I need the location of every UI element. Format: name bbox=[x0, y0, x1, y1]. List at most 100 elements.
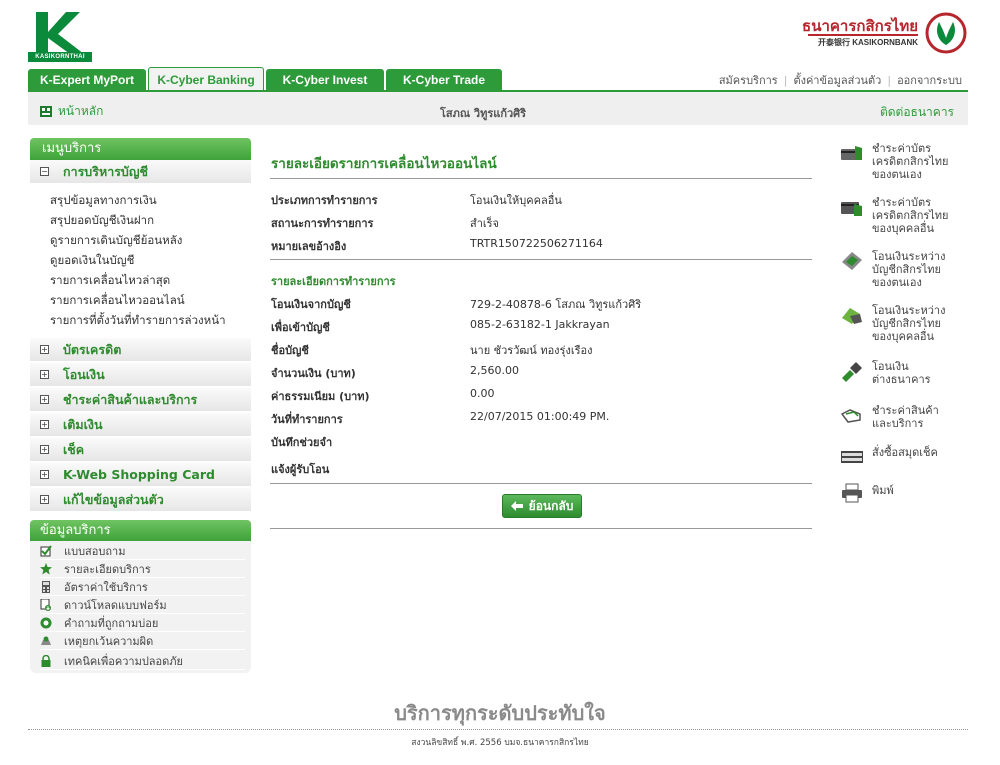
copyright: สงวนลิขสิทธิ์ พ.ศ. 2556 บมจ.ธนาคารกสิกรไ… bbox=[411, 738, 589, 748]
quick-link-text: ต่างธนาคาร bbox=[872, 373, 931, 386]
quick-link-transfer-own[interactable]: โอนเงินระหว่าง บัญชีกสิกรไทย ของตนเอง bbox=[840, 250, 970, 289]
info-item-faq[interactable]: คำถามที่ถูกถามบ่อย bbox=[40, 614, 245, 632]
bill-pay-icon bbox=[840, 409, 861, 423]
contact-bank-link[interactable]: ติดต่อธนาคาร bbox=[880, 103, 954, 122]
expand-icon: + bbox=[40, 445, 49, 454]
transaction-date-label: วันที่ทำรายการ bbox=[271, 413, 343, 426]
menu-section-edit-profile[interactable]: + แก้ไขข้อมูลส่วนตัว bbox=[30, 488, 251, 512]
info-item-fees[interactable]: อัตราค่าใช้บริการ bbox=[40, 578, 245, 596]
tab-k-expert-myport[interactable]: K-Expert MyPort bbox=[28, 69, 146, 91]
quick-link-text: พิมพ์ bbox=[872, 484, 894, 497]
notify-recipient-label: แจ้งผู้รับโอน bbox=[271, 463, 330, 476]
quick-link-text: ของตนเอง bbox=[872, 168, 922, 181]
quick-link-interbank-transfer[interactable]: โอนเงิน ต่างธนาคาร bbox=[840, 360, 970, 386]
calculator-icon bbox=[42, 580, 50, 593]
back-button[interactable]: ย้อนกลับ bbox=[502, 494, 582, 518]
account-name-label: ชื่อบัญชี bbox=[271, 344, 309, 357]
quick-link-text: เครดิตกสิกรไทย bbox=[872, 155, 949, 168]
star-icon bbox=[40, 562, 52, 574]
quick-link-text: สั่งซื้อสมุดเช็ค bbox=[872, 446, 938, 459]
info-item-disclaimer[interactable]: เหตุยกเว้นความผิด bbox=[40, 632, 245, 650]
bank-emblem-icon bbox=[925, 12, 967, 54]
submenu-item[interactable]: ดูรายการเดินบัญชีย้อนหลัง bbox=[50, 230, 226, 250]
download-icon bbox=[40, 598, 51, 611]
menu-section-bill-payment[interactable]: + ชำระค่าสินค้าและบริการ bbox=[30, 388, 251, 412]
account-submenu: สรุปข้อมูลทางการเงิน สรุปยอดบัญชีเงินฝาก… bbox=[50, 190, 226, 330]
info-item-survey[interactable]: แบบสอบถาม bbox=[40, 542, 245, 560]
transaction-type-label: ประเภทการทำรายการ bbox=[271, 194, 378, 207]
info-item-label: คำถามที่ถูกถามบ่อย bbox=[64, 616, 159, 630]
quick-link-text: โอนเงินระหว่าง bbox=[872, 250, 946, 263]
expand-icon: + bbox=[40, 370, 49, 379]
from-account-value: 729-2-40878-6 โสภณ วิทูรแก้วศิริ bbox=[470, 298, 642, 311]
amount-value: 2,560.00 bbox=[470, 364, 519, 377]
submenu-item[interactable]: รายการที่ตั้งวันที่ทำรายการล่วงหน้า bbox=[50, 310, 226, 330]
footer-slogan: บริการทุกระดับประทับใจ bbox=[394, 701, 606, 725]
menu-section-transfer[interactable]: + โอนเงิน bbox=[30, 363, 251, 387]
checkbox-icon bbox=[40, 544, 52, 556]
menu-section-k-web-shopping-card[interactable]: + K-Web Shopping Card bbox=[30, 463, 251, 487]
amount-label: จำนวนเงิน (บาท) bbox=[271, 367, 356, 380]
quick-link-transfer-other[interactable]: โอนเงินระหว่าง บัญชีกสิกรไทย ของบุคคลอื่น bbox=[840, 304, 970, 343]
quick-link-print[interactable]: พิมพ์ bbox=[840, 482, 970, 504]
quick-link-pay-other-card[interactable]: ชำระค่าบัตร เครดิตกสิกรไทย ของบุคคลอื่น bbox=[840, 196, 970, 235]
card-pay-other-icon bbox=[841, 202, 862, 216]
tab-k-cyber-trade[interactable]: K-Cyber Trade bbox=[386, 69, 502, 91]
logout-link[interactable]: ออกจากระบบ bbox=[897, 74, 962, 87]
menu-section-label: ชำระค่าสินค้าและบริการ bbox=[63, 391, 198, 407]
quick-link-pay-own-card[interactable]: ชำระค่าบัตร เครดิตกสิกรไทย ของตนเอง bbox=[840, 142, 970, 181]
home-icon bbox=[40, 106, 52, 117]
transaction-status-value: สำเร็จ bbox=[470, 217, 500, 230]
tab-k-cyber-invest[interactable]: K-Cyber Invest bbox=[266, 69, 384, 91]
card-pay-icon bbox=[841, 146, 862, 160]
submenu-item[interactable]: สรุปข้อมูลทางการเงิน bbox=[50, 190, 226, 210]
printer-icon bbox=[842, 483, 862, 503]
info-item-label: อัตราค่าใช้บริการ bbox=[64, 580, 148, 594]
home-link[interactable]: หน้าหลัก bbox=[40, 102, 103, 121]
info-item-download-forms[interactable]: ดาวน์โหลดแบบฟอร์ม bbox=[40, 596, 245, 614]
quick-link-text: ชำระค่าบัตร bbox=[872, 142, 932, 155]
info-item-security-tips[interactable]: เทคนิคเพื่อความปลอดภัย bbox=[40, 652, 245, 670]
quick-link-text: โอนเงิน bbox=[872, 360, 909, 373]
menu-section-account[interactable]: − การบริหารบัญชี bbox=[30, 160, 251, 184]
fee-label: ค่าธรรมเนียม (บาท) bbox=[271, 390, 370, 403]
quick-link-text: เครดิตกสิกรไทย bbox=[872, 209, 949, 222]
menu-section-top-up[interactable]: + เติมเงิน bbox=[30, 413, 251, 437]
reference-number-label: หมายเลขอ้างอิง bbox=[271, 240, 347, 253]
info-item-label: แบบสอบถาม bbox=[64, 544, 126, 558]
transfer-other-icon bbox=[842, 308, 862, 324]
register-link[interactable]: สมัครบริการ bbox=[719, 74, 778, 87]
memo-label: บันทึกช่วยจำ bbox=[271, 436, 333, 449]
submenu-item[interactable]: สรุปยอดบัญชีเงินฝาก bbox=[50, 210, 226, 230]
quick-link-bill-payment[interactable]: ชำระค่าสินค้า และบริการ bbox=[840, 404, 970, 430]
quick-link-order-cheque-book[interactable]: สั่งซื้อสมุดเช็ค bbox=[840, 446, 970, 468]
submenu-item[interactable]: ดูยอดเงินในบัญชี bbox=[50, 250, 226, 270]
transaction-type-value: โอนเงินให้บุคคลอื่น bbox=[470, 194, 562, 207]
menu-section-credit-card[interactable]: + บัตรเครดิต bbox=[30, 338, 251, 362]
lock-icon bbox=[41, 654, 51, 667]
info-item-service-detail[interactable]: รายละเอียดบริการ bbox=[40, 560, 245, 578]
settings-link[interactable]: ตั้งค่าข้อมูลส่วนตัว bbox=[793, 74, 881, 87]
menu-section-label: เติมเงิน bbox=[63, 416, 103, 432]
footer-divider bbox=[28, 729, 968, 730]
submenu-item[interactable]: รายการเคลื่อนไหวล่าสุด bbox=[50, 270, 226, 290]
reference-number-value: TRTR150722506271164 bbox=[470, 237, 603, 250]
service-menu-header: เมนูบริการ bbox=[30, 138, 251, 160]
cheque-book-icon bbox=[841, 451, 863, 463]
quick-link-text: โอนเงินระหว่าง bbox=[872, 304, 946, 317]
top-links: สมัครบริการ | ตั้งค่าข้อมูลส่วนตัว | ออกจากร… bbox=[718, 74, 962, 87]
divider bbox=[270, 528, 812, 529]
transfer-own-icon bbox=[842, 252, 862, 270]
section-title: รายละเอียดการทำรายการ bbox=[271, 275, 396, 288]
tab-k-cyber-banking[interactable]: K-Cyber Banking bbox=[148, 67, 264, 92]
home-link-label: หน้าหลัก bbox=[58, 104, 104, 118]
menu-section-label: แก้ไขข้อมูลส่วนตัว bbox=[63, 491, 164, 507]
divider bbox=[270, 483, 812, 484]
menu-section-label: การบริหารบัญชี bbox=[63, 163, 148, 179]
expand-icon: + bbox=[40, 420, 49, 429]
menu-section-label: K-Web Shopping Card bbox=[63, 467, 215, 482]
submenu-item[interactable]: รายการเคลื่อนไหวออนไลน์ bbox=[50, 290, 226, 310]
expand-icon: + bbox=[40, 345, 49, 354]
expand-icon: + bbox=[40, 495, 49, 504]
menu-section-cheque[interactable]: + เช็ค bbox=[30, 438, 251, 462]
